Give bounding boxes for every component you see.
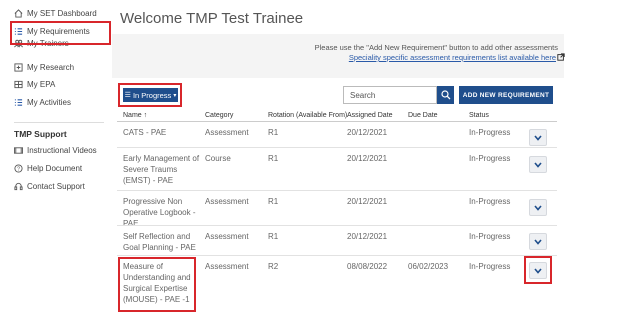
sidebar-item-label: My Requirements	[27, 26, 90, 36]
row-category: Assessment	[205, 232, 249, 241]
row-name: CATS - PAE	[123, 128, 167, 137]
sidebar-item-epa[interactable]: My EPA	[14, 77, 55, 91]
status-filter-dropdown[interactable]: ☰ In Progress ▾	[123, 88, 178, 102]
row-assigned-date: 20/12/2021	[347, 232, 388, 241]
chevron-down-icon	[534, 238, 542, 245]
search-icon	[440, 90, 450, 100]
sidebar-item-videos[interactable]: Instructional Videos	[14, 143, 97, 157]
requirements-list-link[interactable]: Speciality specific assessment requireme…	[349, 53, 556, 62]
row-category: Assessment	[205, 197, 249, 206]
search-placeholder: Search	[350, 90, 376, 100]
plus-square-icon	[14, 62, 23, 72]
chevron-down-icon	[534, 204, 542, 211]
column-header-name[interactable]: Name ↑	[123, 112, 147, 119]
sidebar-item-research[interactable]: My Research	[14, 60, 74, 74]
sidebar-item-requirements[interactable]: My Requirements	[14, 24, 90, 38]
sidebar: My SET Dashboard My Requirements My Trai…	[0, 0, 112, 312]
table-header-divider	[117, 121, 557, 122]
row-rotation: R1	[268, 232, 279, 241]
row-rotation: R1	[268, 154, 279, 163]
row-expand-button[interactable]	[529, 262, 547, 279]
sort-arrow-icon: ↑	[143, 112, 148, 119]
column-header-label: Name	[123, 112, 142, 119]
row-category: Course	[205, 154, 231, 163]
row-expand-button[interactable]	[529, 233, 547, 250]
help-icon: ?	[14, 163, 23, 173]
row-divider	[117, 225, 557, 226]
sidebar-item-activities[interactable]: My Activities	[14, 95, 71, 109]
home-icon	[14, 8, 23, 18]
list-icon	[14, 27, 23, 36]
column-header-assigned[interactable]: Assigned Date	[347, 112, 393, 119]
row-name: Early Management of Severe Traums (EMST)…	[123, 154, 200, 185]
row-status: In-Progress	[469, 232, 511, 241]
chevron-down-icon	[534, 161, 542, 168]
sidebar-item-label: Contact Support	[27, 181, 85, 191]
support-icon	[14, 182, 23, 191]
row-assigned-date: 08/08/2022	[347, 262, 388, 271]
external-link-icon[interactable]	[557, 53, 565, 61]
row-status: In-Progress	[469, 154, 511, 163]
caret-down-icon: ▾	[173, 92, 177, 99]
row-category: Assessment	[205, 262, 249, 271]
sidebar-item-trainers[interactable]: My Trainers	[14, 39, 69, 48]
row-expand-button[interactable]	[529, 156, 547, 173]
sidebar-item-dashboard[interactable]: My SET Dashboard	[14, 6, 97, 20]
row-divider	[117, 255, 557, 256]
row-status: In-Progress	[469, 197, 511, 206]
search-button[interactable]	[437, 86, 454, 104]
row-assigned-date: 20/12/2021	[347, 197, 388, 206]
column-header-status[interactable]: Status	[469, 112, 489, 119]
people-icon	[14, 39, 23, 48]
row-rotation: R2	[268, 262, 279, 271]
row-expand-button[interactable]	[529, 129, 547, 146]
row-assigned-date: 20/12/2021	[347, 128, 388, 137]
search-input[interactable]: Search	[343, 86, 437, 104]
add-requirement-button[interactable]: ADD NEW REQUIREMENT	[459, 86, 553, 104]
row-divider	[117, 147, 557, 148]
chevron-down-icon	[534, 267, 542, 274]
row-name: Measure of Understanding and Surgical Ex…	[123, 262, 191, 304]
column-header-rotation[interactable]: Rotation (Available From)	[268, 112, 347, 119]
sidebar-divider	[14, 122, 104, 123]
row-assigned-date: 20/12/2021	[347, 154, 388, 163]
info-text: Please use the "Add New Requirement" but…	[314, 43, 558, 52]
support-heading: TMP Support	[14, 129, 67, 139]
row-expand-button[interactable]	[529, 199, 547, 216]
row-category: Assessment	[205, 128, 249, 137]
column-header-due[interactable]: Due Date	[408, 112, 438, 119]
row-name: Self Reflection and Goal Planning - PAE	[123, 232, 196, 252]
page-title: Welcome TMP Test Trainee	[120, 10, 304, 27]
video-icon	[14, 146, 23, 155]
row-divider	[117, 190, 557, 191]
sidebar-item-label: Instructional Videos	[27, 145, 97, 155]
grid-icon	[14, 80, 23, 89]
sidebar-item-contact[interactable]: Contact Support	[14, 179, 85, 193]
sidebar-item-label: My EPA	[27, 79, 56, 89]
list-icon: ☰	[124, 92, 131, 99]
sidebar-item-label: My SET Dashboard	[27, 8, 97, 18]
sidebar-item-help[interactable]: ? Help Document	[14, 161, 82, 175]
sidebar-item-label: My Trainers	[27, 39, 69, 48]
column-header-category[interactable]: Category	[205, 112, 233, 119]
row-status: In-Progress	[469, 128, 511, 137]
row-rotation: R1	[268, 128, 279, 137]
svg-text:?: ?	[17, 166, 20, 172]
sidebar-item-label: My Activities	[27, 97, 72, 107]
list-icon	[14, 98, 23, 107]
row-status: In-Progress	[469, 262, 511, 271]
row-due-date: 06/02/2023	[408, 262, 449, 271]
row-rotation: R1	[268, 197, 279, 206]
sidebar-item-label: Help Document	[27, 163, 83, 173]
filter-label: In Progress	[132, 90, 172, 100]
sidebar-item-label: My Research	[27, 62, 75, 72]
chevron-down-icon	[534, 134, 542, 141]
